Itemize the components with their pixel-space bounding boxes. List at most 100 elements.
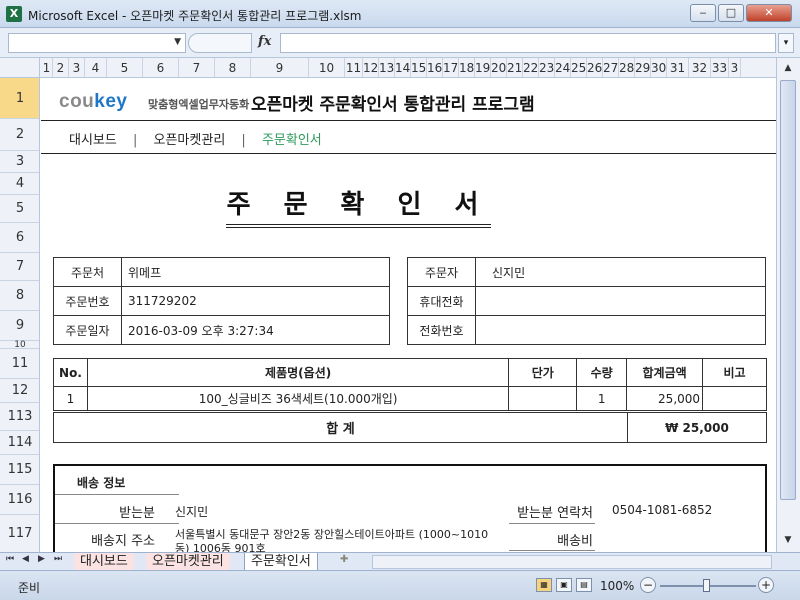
insert-sheet-icon[interactable]: ✚ (340, 554, 356, 568)
column-header[interactable]: 2 (53, 58, 69, 77)
column-header[interactable]: 23 (539, 58, 555, 77)
sheet-tab-openmarket[interactable]: 오픈마켓관리 (146, 553, 230, 570)
scroll-down-icon[interactable]: ▼ (780, 532, 796, 548)
zoom-in-icon[interactable]: + (758, 577, 774, 593)
row-header[interactable]: 11 (0, 349, 39, 379)
select-all-corner[interactable] (0, 58, 40, 77)
order-number-value[interactable]: 311729202 (121, 286, 390, 316)
column-header[interactable]: 17 (443, 58, 459, 77)
row-header[interactable]: 9 (0, 311, 39, 341)
column-header[interactable]: 3 (69, 58, 85, 77)
scroll-thumb[interactable] (780, 80, 796, 500)
minimize-button[interactable]: ‒ (690, 4, 716, 22)
column-header[interactable]: 8 (215, 58, 251, 77)
scroll-up-icon[interactable]: ▲ (780, 60, 796, 76)
row-header[interactable]: 2 (0, 119, 39, 151)
page-layout-view-icon[interactable]: ▣ (556, 578, 572, 592)
row-header[interactable]: 8 (0, 281, 39, 311)
prev-sheet-icon[interactable]: ◀ (22, 554, 29, 564)
row-header[interactable]: 5 (0, 195, 39, 223)
row-header[interactable]: 10 (0, 341, 39, 350)
insert-function-icon[interactable]: fx (258, 34, 271, 49)
zoom-level[interactable]: 100% (600, 579, 634, 593)
row-header[interactable]: 12 (0, 379, 39, 403)
column-header[interactable]: 19 (475, 58, 491, 77)
column-header[interactable]: 16 (427, 58, 443, 77)
row-header[interactable]: 4 (0, 173, 39, 195)
phone-value[interactable] (475, 315, 766, 345)
row-header[interactable]: 114 (0, 431, 39, 455)
nav-item-dashboard[interactable]: 대시보드 (69, 129, 117, 148)
recipient-value[interactable]: 신지민 (175, 503, 208, 520)
column-header[interactable]: 15 (411, 58, 427, 77)
row-header[interactable]: 3 (0, 151, 39, 173)
order-date-value[interactable]: 2016-03-09 오후 3:27:34 (121, 315, 390, 345)
column-header[interactable]: 1 (41, 58, 53, 77)
vertical-scrollbar[interactable]: ▲ ▼ (776, 58, 800, 552)
item-name[interactable]: 100_싱글비즈 36색세트(10.000개입) (86, 386, 510, 411)
close-button[interactable]: ✕ (746, 4, 792, 22)
column-header[interactable]: 4 (85, 58, 107, 77)
column-header[interactable]: 13 (379, 58, 395, 77)
column-header[interactable]: 28 (619, 58, 635, 77)
sheet-tab-order-confirmation[interactable]: 주문확인서 (244, 553, 318, 570)
recipient-contact-value[interactable]: 0504-1081-6852 (612, 503, 712, 517)
item-unit-price[interactable] (508, 386, 578, 411)
first-sheet-icon[interactable]: ⏮ (6, 554, 14, 564)
column-header[interactable]: 32 (689, 58, 711, 77)
item-no[interactable]: 1 (53, 386, 88, 411)
horizontal-scrollbar[interactable] (372, 555, 772, 569)
formula-bar: ▼ fx ▾ (0, 28, 800, 58)
nav-item-openmarket[interactable]: 오픈마켓관리 (154, 129, 226, 148)
sheet-tab-dashboard[interactable]: 대시보드 (74, 553, 134, 570)
column-header[interactable]: 21 (507, 58, 523, 77)
item-qty[interactable]: 1 (576, 386, 628, 411)
item-total[interactable]: 25,000 (626, 386, 704, 411)
column-header[interactable]: 3 (729, 58, 741, 77)
column-header[interactable]: 25 (571, 58, 587, 77)
column-header[interactable]: 6 (143, 58, 179, 77)
row-header[interactable]: 1 (0, 78, 39, 119)
chevron-down-icon[interactable]: ▼ (174, 37, 181, 47)
normal-view-icon[interactable]: ▦ (536, 578, 552, 592)
column-header[interactable]: 14 (395, 58, 411, 77)
row-header[interactable]: 6 (0, 223, 39, 253)
item-note[interactable] (702, 386, 767, 411)
column-header[interactable]: 31 (667, 58, 689, 77)
row-header[interactable]: 115 (0, 455, 39, 485)
row-header[interactable]: 117 (0, 515, 39, 552)
maximize-button[interactable]: □ (718, 4, 744, 22)
expand-formula-bar-icon[interactable]: ▾ (778, 33, 794, 53)
column-header[interactable]: 11 (345, 58, 363, 77)
orderer-value[interactable]: 신지민 (475, 257, 766, 287)
formula-input[interactable] (280, 33, 776, 53)
row-header[interactable]: 113 (0, 403, 39, 431)
zoom-out-icon[interactable]: − (640, 577, 656, 593)
row-header[interactable]: 7 (0, 253, 39, 281)
sum-value[interactable]: ₩ 25,000 (627, 412, 767, 443)
column-header[interactable]: 24 (555, 58, 571, 77)
next-sheet-icon[interactable]: ▶ (38, 554, 45, 564)
column-header[interactable]: 18 (459, 58, 475, 77)
column-header[interactable]: 33 (711, 58, 729, 77)
column-header[interactable]: 5 (107, 58, 143, 77)
column-header[interactable]: 26 (587, 58, 603, 77)
address-line-2[interactable]: 동) 1006동 901호 (175, 540, 266, 552)
last-sheet-icon[interactable]: ⏭ (54, 554, 62, 564)
nav-item-order-confirmation[interactable]: 주문확인서 (262, 129, 322, 148)
zoom-slider-thumb[interactable] (703, 579, 710, 592)
name-box[interactable]: ▼ (8, 33, 186, 53)
column-header[interactable]: 22 (523, 58, 539, 77)
column-header[interactable]: 9 (251, 58, 309, 77)
column-header[interactable]: 7 (179, 58, 215, 77)
column-header[interactable]: 12 (363, 58, 379, 77)
column-header[interactable]: 27 (603, 58, 619, 77)
column-header[interactable]: 30 (651, 58, 667, 77)
column-header[interactable]: 20 (491, 58, 507, 77)
column-header[interactable]: 10 (309, 58, 345, 77)
page-break-preview-icon[interactable]: ▤ (576, 578, 592, 592)
row-header[interactable]: 116 (0, 485, 39, 515)
vendor-value[interactable]: 위메프 (121, 257, 390, 287)
column-header[interactable]: 29 (635, 58, 651, 77)
mobile-value[interactable] (475, 286, 766, 316)
